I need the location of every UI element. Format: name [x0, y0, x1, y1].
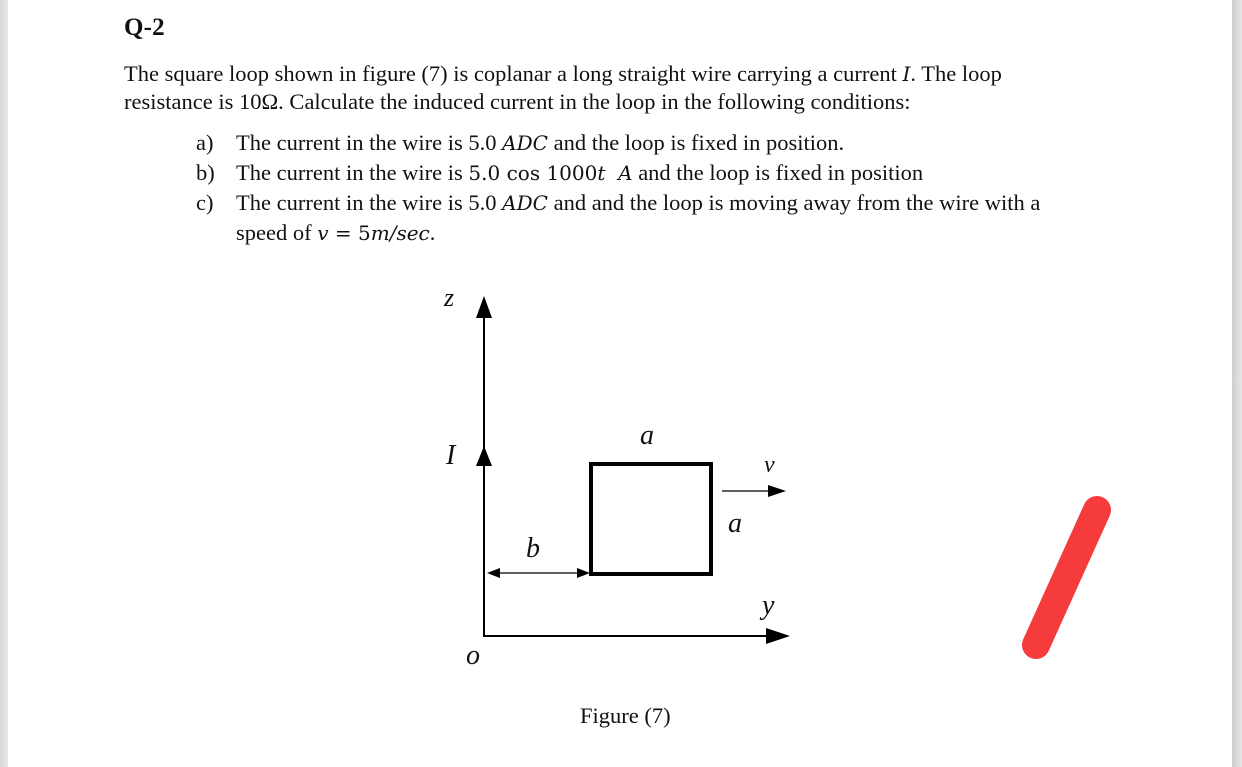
red-slash-mark	[1022, 496, 1111, 659]
red-annotation-stroke	[1022, 496, 1111, 659]
